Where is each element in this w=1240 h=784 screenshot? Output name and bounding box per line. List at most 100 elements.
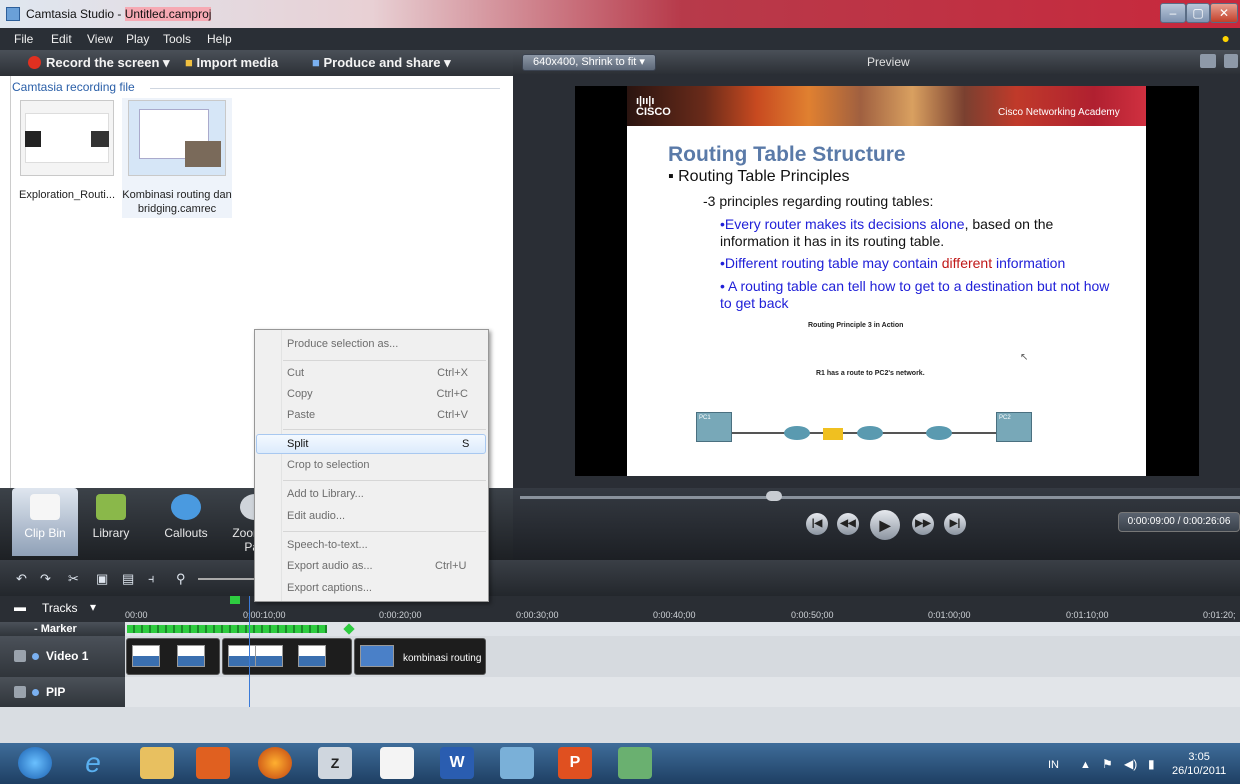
clip-frame bbox=[132, 645, 160, 667]
tray-arrow-icon[interactable]: ▲ bbox=[1080, 759, 1091, 771]
clip-name: kombinasi routing bbox=[403, 653, 482, 664]
tab-callouts[interactable]: Callouts bbox=[153, 488, 219, 556]
menu-produce-selection[interactable]: Produce selection as... bbox=[287, 338, 398, 350]
pip-track-label[interactable]: PIP bbox=[0, 677, 125, 707]
menu-edit[interactable]: Edit bbox=[51, 32, 72, 46]
menu-help[interactable]: Help bbox=[207, 32, 232, 46]
router-icon bbox=[857, 426, 883, 440]
play-button[interactable]: ▶ bbox=[870, 510, 900, 540]
tab-clip-bin[interactable]: Clip Bin bbox=[12, 488, 78, 556]
mouse-cursor-icon: ↖ bbox=[1020, 352, 1029, 363]
selection-marker[interactable] bbox=[230, 596, 240, 604]
menu-file[interactable]: File bbox=[14, 32, 33, 46]
flag-icon[interactable]: ⚑ bbox=[1102, 757, 1113, 771]
paint-icon[interactable] bbox=[500, 747, 534, 779]
detach-icon[interactable] bbox=[1224, 54, 1238, 68]
pip-track[interactable] bbox=[125, 677, 1240, 707]
lightbulb-icon[interactable]: ● bbox=[1222, 30, 1230, 46]
menu-split[interactable]: Split bbox=[287, 438, 308, 450]
clock[interactable]: 3:05 26/10/2011 bbox=[1172, 750, 1226, 778]
tracks-header[interactable]: ▬ Tracks ▾ bbox=[0, 596, 125, 622]
menu-paste[interactable]: Paste bbox=[287, 409, 315, 421]
timeline-clip[interactable]: kombinasi routing bbox=[354, 638, 486, 675]
volume-icon[interactable]: ◀) bbox=[1124, 757, 1137, 771]
split-icon[interactable]: ⫞ bbox=[148, 571, 155, 587]
rewind-icon[interactable]: ◀◀ bbox=[837, 513, 859, 535]
timeline-clip[interactable] bbox=[126, 638, 220, 675]
timeline-clip[interactable] bbox=[222, 638, 352, 675]
record-icon bbox=[28, 56, 41, 69]
slide-bullet-2: •Different routing table may contain dif… bbox=[720, 255, 1066, 271]
camtasia-app-icon bbox=[6, 7, 20, 21]
menu-export-audio[interactable]: Export audio as... bbox=[287, 560, 373, 572]
scrub-bar[interactable] bbox=[520, 496, 1240, 499]
menu-edit-audio[interactable]: Edit audio... bbox=[287, 510, 345, 522]
powerpoint-icon[interactable]: P bbox=[558, 747, 592, 779]
word-icon[interactable]: W bbox=[440, 747, 474, 779]
ie-icon[interactable]: e bbox=[76, 747, 110, 779]
scrub-handle[interactable] bbox=[766, 491, 782, 501]
skip-back-icon[interactable]: |◀ bbox=[806, 513, 828, 535]
redo-icon[interactable]: ↷ bbox=[40, 571, 51, 587]
minimize-button[interactable]: – bbox=[1160, 3, 1186, 23]
skip-forward-icon[interactable]: ▶| bbox=[944, 513, 966, 535]
preview-size-select[interactable]: 640x400, Shrink to fit ▾ bbox=[522, 54, 656, 71]
marker-track[interactable] bbox=[125, 622, 1240, 636]
menu-cut[interactable]: Cut bbox=[287, 367, 304, 379]
visible-icon[interactable] bbox=[32, 689, 39, 696]
menu-speech-to-text[interactable]: Speech-to-text... bbox=[287, 539, 368, 551]
folder-icon: ■ bbox=[185, 55, 197, 70]
language-indicator[interactable]: IN bbox=[1048, 759, 1059, 771]
camtasia-taskbar-icon[interactable] bbox=[618, 747, 652, 779]
start-button[interactable] bbox=[18, 747, 52, 779]
clip-frame bbox=[177, 645, 205, 667]
zoom-out-icon[interactable]: ⚲ bbox=[176, 571, 186, 587]
clip-item[interactable]: Exploration_Routi... bbox=[14, 98, 120, 208]
cut-icon[interactable]: ✂ bbox=[68, 571, 79, 587]
produce-icon: ■ bbox=[312, 55, 324, 70]
menu-add-library[interactable]: Add to Library... bbox=[287, 488, 364, 500]
maximize-button[interactable]: ▢ bbox=[1186, 3, 1210, 23]
paste-icon[interactable]: ▤ bbox=[122, 571, 134, 587]
shortcut-copy: Ctrl+C bbox=[436, 388, 468, 400]
record-screen-button[interactable]: Record the screen ▾ bbox=[28, 55, 170, 71]
library-icon bbox=[96, 494, 126, 520]
import-media-button[interactable]: ■ Import media bbox=[185, 55, 278, 70]
playhead[interactable] bbox=[249, 596, 250, 707]
menu-copy[interactable]: Copy bbox=[287, 388, 313, 400]
marker-diamond[interactable] bbox=[343, 623, 355, 635]
clip-frame bbox=[228, 645, 256, 667]
lock-icon[interactable] bbox=[14, 686, 26, 698]
firefox-icon[interactable] bbox=[258, 747, 292, 779]
timeline-empty-area[interactable] bbox=[0, 707, 1240, 743]
zoomit-icon[interactable]: Z bbox=[318, 747, 352, 779]
zoom-slider[interactable] bbox=[198, 578, 254, 580]
ruler-tick: 0:01:10;00 bbox=[1066, 610, 1109, 620]
ruler-tick: 0:01:20; bbox=[1203, 610, 1236, 620]
explorer-icon[interactable] bbox=[140, 747, 174, 779]
menu-export-captions[interactable]: Export captions... bbox=[287, 582, 372, 594]
visible-icon[interactable] bbox=[32, 653, 39, 660]
fast-forward-icon[interactable]: ▶▶ bbox=[912, 513, 934, 535]
lock-icon[interactable] bbox=[14, 650, 26, 662]
media-player-icon[interactable] bbox=[196, 747, 230, 779]
router-icon bbox=[926, 426, 952, 440]
copy-icon[interactable]: ▣ bbox=[96, 571, 108, 587]
undo-icon[interactable]: ↶ bbox=[16, 571, 27, 587]
marker-track-label[interactable]: - Marker bbox=[0, 622, 125, 636]
video-track-label[interactable]: Video 1 bbox=[0, 636, 125, 677]
menu-view[interactable]: View bbox=[87, 32, 113, 46]
marker-diamonds[interactable] bbox=[127, 625, 327, 633]
network-icon[interactable]: ▮ bbox=[1148, 757, 1155, 771]
menu-play[interactable]: Play bbox=[126, 32, 149, 46]
pdf-icon[interactable] bbox=[380, 747, 414, 779]
produce-share-button[interactable]: ■ Produce and share ▾ bbox=[312, 55, 451, 71]
tab-library[interactable]: Library bbox=[78, 488, 144, 556]
menu-crop-selection[interactable]: Crop to selection bbox=[287, 459, 370, 471]
fullscreen-icon[interactable] bbox=[1200, 54, 1216, 68]
clip-item[interactable]: Kombinasi routing dan bridging.camrec bbox=[122, 98, 232, 218]
close-button[interactable]: ✕ bbox=[1210, 3, 1238, 23]
ruler-tick: 0:01:00;00 bbox=[928, 610, 971, 620]
menu-tools[interactable]: Tools bbox=[163, 32, 191, 46]
timecode-display: 0:00:09:00 / 0:00:26:06 bbox=[1118, 512, 1240, 532]
